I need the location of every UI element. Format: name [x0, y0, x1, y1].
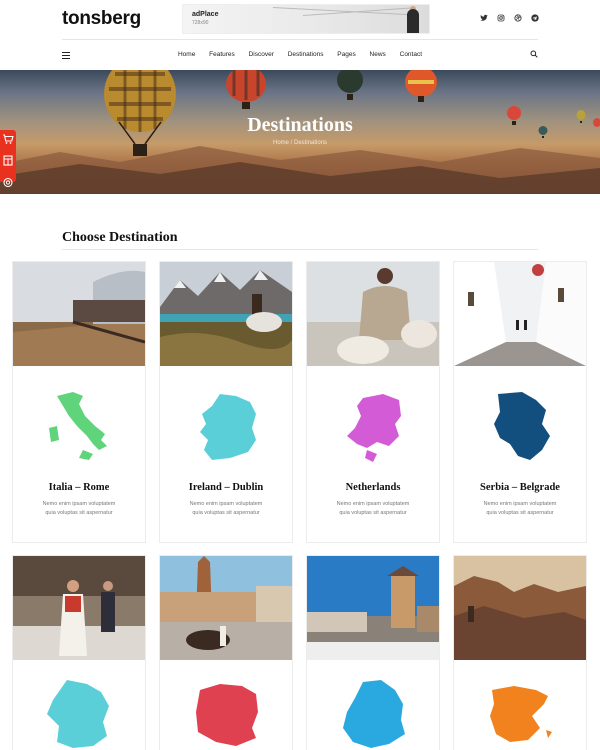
- italy-map-icon: [49, 392, 107, 460]
- destination-card-italia[interactable]: Italia – Rome Nemo enim ipsam voluptatem…: [12, 261, 146, 543]
- destination-photo: [13, 556, 145, 660]
- instagram-icon[interactable]: [497, 14, 505, 22]
- destination-card-belarus[interactable]: [306, 555, 440, 750]
- ad-banner[interactable]: adPlace 728x90: [182, 4, 430, 34]
- belarus-map-icon: [343, 680, 405, 748]
- description-line: Nemo enim ipsam voluptatem: [483, 501, 557, 507]
- serbia-map-icon: [494, 392, 550, 460]
- social-links: [480, 14, 539, 22]
- destination-card-france[interactable]: [12, 555, 146, 750]
- ad-title: adPlace: [192, 11, 219, 18]
- description-line: Nemo enim ipsam voluptatem: [336, 501, 410, 507]
- ireland-map-icon: [200, 394, 256, 460]
- destination-name: Serbia – Belgrade: [480, 482, 560, 493]
- balloon-image: [405, 70, 437, 102]
- nav-item-features[interactable]: Features: [209, 51, 235, 58]
- dribbble-icon[interactable]: [514, 14, 522, 22]
- destination-description: Nemo enim ipsam voluptatem quia voluptas…: [462, 500, 578, 518]
- cart-icon[interactable]: [0, 130, 16, 147]
- balloon-image: [337, 70, 363, 100]
- telegram-icon[interactable]: [531, 14, 539, 22]
- destination-photo: [454, 556, 586, 660]
- nav-links: Home Features Discover Destinations Page…: [0, 51, 600, 58]
- nav-item-news[interactable]: News: [370, 51, 386, 58]
- nav-item-destinations[interactable]: Destinations: [288, 51, 324, 58]
- page-title: Destinations: [247, 114, 353, 136]
- destination-description: Nemo enim ipsam voluptatem quia voluptas…: [315, 500, 431, 518]
- nav-item-home[interactable]: Home: [178, 51, 195, 58]
- destination-name: Netherlands: [345, 482, 401, 493]
- destination-name: Ireland – Dublin: [188, 482, 264, 493]
- twitter-icon[interactable]: [480, 14, 488, 22]
- description-line: quia voluptas sit aspernatur: [339, 510, 407, 516]
- description-line: Nemo enim ipsam voluptatem: [189, 501, 263, 507]
- destination-photo: [160, 262, 292, 366]
- top-header: tonsberg adPlace 728x90: [0, 0, 600, 40]
- description-line: quia voluptas sit aspernatur: [45, 510, 113, 516]
- logo-text: tonsberg: [62, 8, 141, 29]
- site-logo[interactable]: tonsberg: [62, 8, 141, 30]
- description-line: Nemo enim ipsam voluptatem: [42, 501, 116, 507]
- breadcrumb[interactable]: Home / Destinations: [0, 140, 600, 146]
- nav-item-discover[interactable]: Discover: [249, 51, 274, 58]
- layout-icon[interactable]: [0, 152, 16, 169]
- nav-item-pages[interactable]: Pages: [337, 51, 355, 58]
- section-title: Choose Destination: [62, 230, 178, 245]
- spain-map-icon: [490, 686, 552, 742]
- destination-description: Nemo enim ipsam voluptatem quia voluptas…: [168, 500, 284, 518]
- destination-description: Nemo enim ipsam voluptatem quia voluptas…: [21, 500, 137, 518]
- ad-person-image: [407, 9, 419, 33]
- nav-item-contact[interactable]: Contact: [400, 51, 422, 58]
- france-map-icon: [47, 680, 109, 748]
- netherlands-map-icon: [347, 394, 401, 462]
- destination-photo: [307, 262, 439, 366]
- destination-card-ireland[interactable]: Ireland – Dublin Nemo enim ipsam volupta…: [159, 261, 293, 543]
- poland-map-icon: [196, 684, 258, 746]
- search-icon[interactable]: [530, 50, 538, 58]
- description-line: quia voluptas sit aspernatur: [486, 510, 554, 516]
- destination-card-netherlands[interactable]: Netherlands Nemo enim ipsam voluptatem q…: [306, 261, 440, 543]
- destination-card-poland[interactable]: [159, 555, 293, 750]
- destination-card-spain[interactable]: [453, 555, 587, 750]
- destination-card-serbia[interactable]: Serbia – Belgrade Nemo enim ipsam volupt…: [453, 261, 587, 543]
- balloon-image: [226, 70, 266, 109]
- destination-name: Italia – Rome: [48, 482, 110, 493]
- divider: [62, 249, 538, 250]
- destination-photo: [454, 262, 586, 366]
- support-icon[interactable]: [0, 174, 16, 191]
- destination-photo: [160, 556, 292, 660]
- description-line: quia voluptas sit aspernatur: [192, 510, 260, 516]
- destination-photo: [13, 262, 145, 366]
- destination-photo: [307, 556, 439, 660]
- hero-banner: Destinations Home / Destinations: [0, 70, 600, 194]
- ad-size: 728x90: [192, 20, 209, 26]
- main-navigation: Home Features Discover Destinations Page…: [0, 40, 600, 70]
- side-toolbar: [0, 130, 16, 188]
